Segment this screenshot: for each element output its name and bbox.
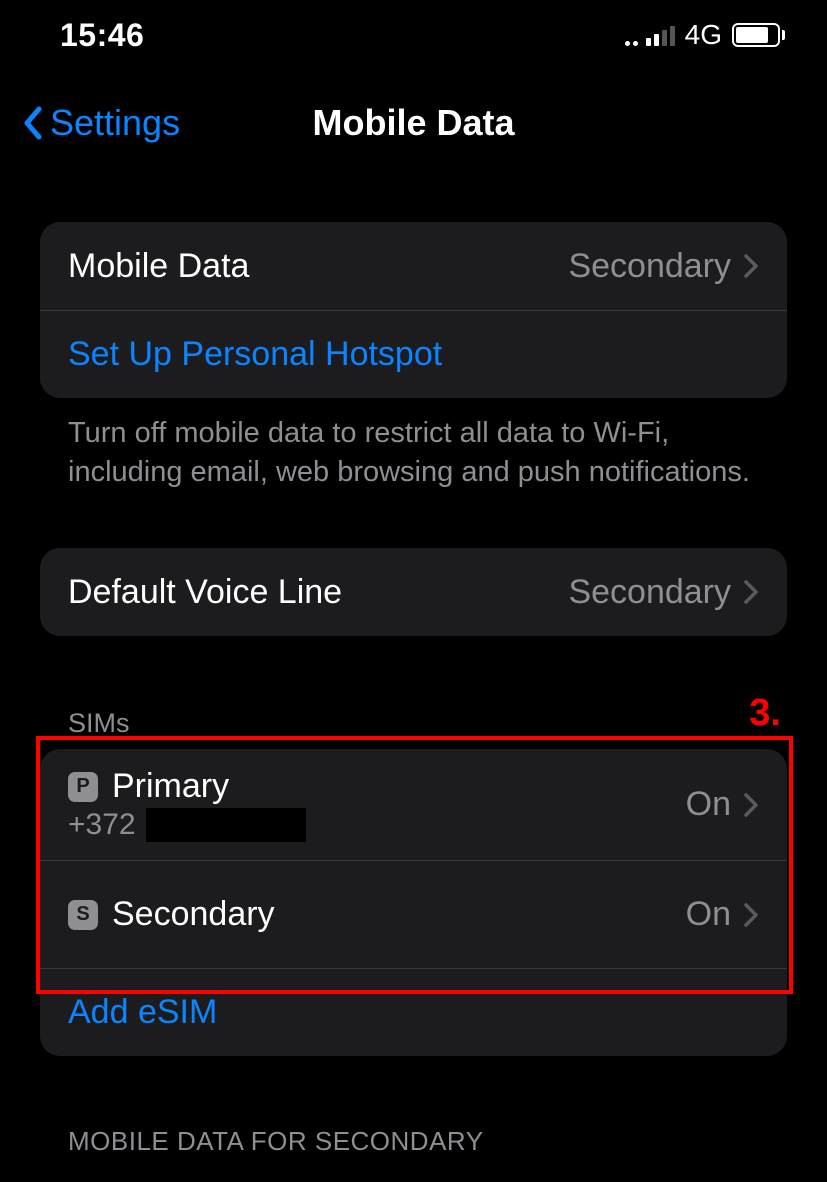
sim-badge-primary-icon: P [68, 772, 98, 802]
battery-icon [732, 23, 785, 47]
mobile-data-secondary-header: MOBILE DATA FOR SECONDARY [40, 1126, 787, 1167]
sim-status: On [686, 785, 731, 824]
add-esim-label: Add eSIM [68, 993, 759, 1032]
mobile-data-label: Mobile Data [68, 247, 568, 286]
voice-line-label: Default Voice Line [68, 573, 568, 612]
personal-hotspot-label: Set Up Personal Hotspot [68, 335, 759, 374]
sim-status: On [686, 895, 731, 934]
mobile-data-group: Mobile Data Secondary Set Up Personal Ho… [40, 222, 787, 398]
page-title: Mobile Data [312, 102, 514, 144]
sim-row-secondary[interactable]: S Secondary On [40, 860, 787, 968]
dual-sim-signal-icon [625, 24, 675, 46]
chevron-right-icon [743, 579, 759, 605]
annotation-number: 3. [749, 692, 781, 735]
mobile-data-row[interactable]: Mobile Data Secondary [40, 222, 787, 310]
sim-name: Secondary [112, 895, 686, 934]
status-time: 15:46 [60, 17, 144, 54]
chevron-left-icon [22, 106, 44, 140]
status-indicators: 4G [625, 19, 785, 51]
sim-phone-prefix: +372 [68, 808, 136, 842]
back-label: Settings [50, 102, 180, 144]
sim-badge-secondary-icon: S [68, 900, 98, 930]
sims-header: SIMs [40, 708, 787, 749]
add-esim-row[interactable]: Add eSIM [40, 968, 787, 1056]
redacted-number [146, 808, 306, 842]
chevron-right-icon [743, 253, 759, 279]
back-button[interactable]: Settings [22, 102, 180, 144]
sim-name: Primary [112, 767, 229, 806]
navigation-bar: Settings Mobile Data [0, 70, 827, 172]
chevron-right-icon [743, 902, 759, 928]
mobile-data-value: Secondary [568, 247, 731, 286]
chevron-right-icon [743, 792, 759, 818]
personal-hotspot-row[interactable]: Set Up Personal Hotspot [40, 310, 787, 398]
mobile-data-footer: Turn off mobile data to restrict all dat… [40, 398, 787, 492]
voice-line-group: Default Voice Line Secondary [40, 548, 787, 636]
sim-phone-number: +372 [68, 808, 686, 842]
default-voice-line-row[interactable]: Default Voice Line Secondary [40, 548, 787, 636]
status-bar: 15:46 4G [0, 0, 827, 70]
sim-row-primary[interactable]: P Primary +372 On [40, 749, 787, 860]
network-type-label: 4G [685, 19, 722, 51]
sims-group: P Primary +372 On S Secondary On Add eSI… [40, 749, 787, 1056]
voice-line-value: Secondary [568, 573, 731, 612]
